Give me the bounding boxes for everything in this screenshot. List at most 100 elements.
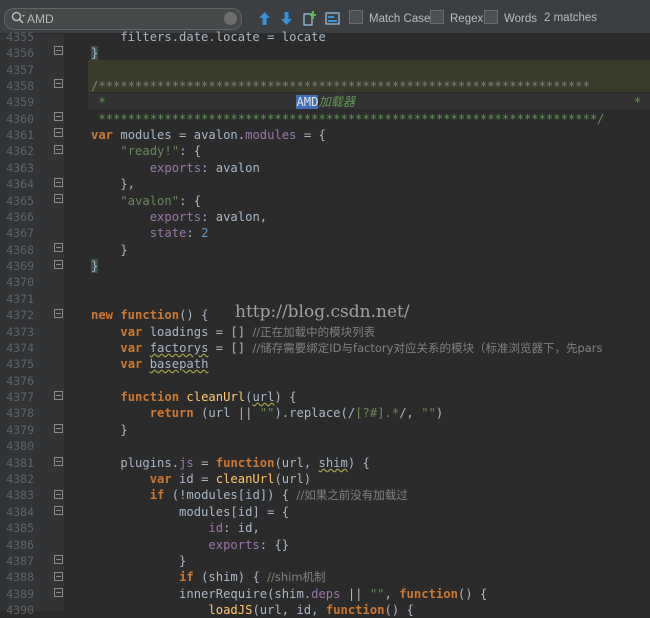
code-line-4375[interactable]: var basepath [91, 356, 208, 372]
clear-search-icon[interactable] [224, 12, 237, 25]
line-number[interactable]: 4372 [0, 307, 34, 323]
line-number[interactable]: 4358 [0, 78, 34, 94]
line-number[interactable]: 4360 [0, 111, 34, 127]
line-number[interactable]: 4376 [0, 373, 34, 389]
code-line-4355[interactable]: filters.date.locate = locate [91, 29, 325, 45]
code-line-4363[interactable]: exports: avalon [91, 160, 260, 176]
code-line-4379[interactable]: } [91, 422, 127, 438]
line-number[interactable]: 4356 [0, 45, 34, 61]
next-occurrence-icon[interactable] [278, 10, 295, 27]
line-number[interactable]: 4367 [0, 225, 34, 241]
fold-end-icon[interactable] [54, 112, 63, 121]
line-number[interactable]: 4378 [0, 405, 34, 421]
code-line-4384[interactable]: modules[id] = { [91, 504, 289, 520]
line-number[interactable]: 4371 [0, 291, 34, 307]
line-number[interactable]: 4390 [0, 602, 34, 618]
line-number[interactable]: 4385 [0, 520, 34, 536]
line-number[interactable]: 4366 [0, 209, 34, 225]
code-line-4377[interactable]: function cleanUrl(url) { [91, 389, 296, 405]
line-number[interactable]: 4373 [0, 324, 34, 340]
code-line-4374[interactable]: var factorys = [] //储存需要绑定ID与factory对应关系… [91, 340, 602, 356]
search-box[interactable] [4, 8, 242, 30]
code-line-4390[interactable]: loadJS(url, id, function() { [91, 602, 413, 618]
code-line-4378[interactable]: return (url || "").replace(/[?#].*/, "") [91, 405, 444, 421]
line-number[interactable]: 4355 [0, 29, 34, 45]
search-match[interactable]: AMD [296, 95, 319, 109]
words-checkbox[interactable] [484, 10, 498, 24]
line-number[interactable]: 4369 [0, 258, 34, 274]
line-number[interactable]: 4359 [0, 94, 34, 110]
search-input[interactable] [27, 10, 223, 28]
fold-end-icon[interactable] [54, 424, 63, 433]
match-case-checkbox[interactable] [349, 10, 363, 24]
search-icon[interactable] [10, 10, 26, 26]
line-number[interactable]: 4389 [0, 586, 34, 602]
code-line-4359[interactable]: * AMD加载器 * [91, 94, 641, 110]
fold-start-icon[interactable] [54, 145, 63, 154]
line-number[interactable]: 4365 [0, 193, 34, 209]
fold-end-icon[interactable] [54, 178, 63, 187]
code-line-4373[interactable]: var loadings = [] //正在加载中的模块列表 [91, 324, 375, 340]
line-number[interactable]: 4362 [0, 143, 34, 159]
words-option[interactable]: Words [484, 10, 537, 26]
line-number[interactable]: 4370 [0, 274, 34, 290]
line-number[interactable]: 4361 [0, 127, 34, 143]
code-line-4387[interactable]: } [91, 553, 186, 569]
line-number[interactable]: 4357 [0, 62, 34, 78]
fold-start-icon[interactable] [54, 506, 63, 515]
line-number[interactable]: 4364 [0, 176, 34, 192]
regex-option[interactable]: Regex [430, 10, 483, 26]
line-number[interactable]: 4381 [0, 455, 34, 471]
line-number[interactable]: 4386 [0, 537, 34, 553]
line-number[interactable]: 4363 [0, 160, 34, 176]
code-line-4389[interactable]: innerRequire(shim.deps || "", function()… [91, 586, 487, 602]
code-line-4358[interactable]: /***************************************… [91, 78, 590, 94]
code-line-4367[interactable]: state: 2 [91, 225, 209, 241]
fold-start-icon[interactable] [54, 588, 63, 597]
code-line-4366[interactable]: exports: avalon, [91, 209, 267, 225]
code-line-4382[interactable]: var id = cleanUrl(url) [91, 471, 311, 487]
code-line-4356[interactable]: } [91, 45, 99, 61]
code-line-4368[interactable]: } [91, 242, 127, 258]
line-number[interactable]: 4377 [0, 389, 34, 405]
fold-end-icon[interactable] [54, 243, 63, 252]
fold-start-icon[interactable] [54, 490, 63, 499]
code-line-4361[interactable]: var modules = avalon.modules = { [91, 127, 326, 143]
fold-start-icon[interactable] [54, 457, 63, 466]
fold-start-icon[interactable] [54, 194, 63, 203]
fold-end-icon[interactable] [54, 555, 63, 564]
select-all-occurrences-icon[interactable] [324, 10, 341, 27]
line-number[interactable]: 4368 [0, 242, 34, 258]
code-line-4381[interactable]: plugins.js = function(url, shim) { [91, 455, 370, 471]
fold-start-icon[interactable] [54, 128, 63, 137]
line-number[interactable]: 4384 [0, 504, 34, 520]
line-number[interactable]: 4387 [0, 553, 34, 569]
line-number[interactable]: 4380 [0, 438, 34, 454]
code-line-4362[interactable]: "ready!": { [91, 143, 201, 159]
line-number[interactable]: 4374 [0, 340, 34, 356]
match-case-option[interactable]: Match Case [349, 10, 430, 26]
code-line-4388[interactable]: if (shim) { //shim机制 [91, 569, 326, 585]
previous-occurrence-icon[interactable] [256, 10, 273, 27]
code-line-4364[interactable]: }, [91, 176, 135, 192]
regex-checkbox[interactable] [430, 10, 444, 24]
line-number[interactable]: 4375 [0, 356, 34, 372]
line-number[interactable]: 4388 [0, 569, 34, 585]
fold-start-icon[interactable] [54, 572, 63, 581]
fold-start-icon[interactable] [54, 309, 63, 318]
fold-start-icon[interactable] [54, 391, 63, 400]
add-occurrence-icon[interactable] [301, 10, 318, 27]
code-line-4385[interactable]: id: id, [91, 520, 259, 536]
code-line-4383[interactable]: if (!modules[id]) { //如果之前没有加载过 [91, 487, 408, 503]
code-line-4369[interactable]: } [91, 258, 99, 274]
fold-start-icon[interactable] [54, 79, 63, 88]
code-line-4386[interactable]: exports: {} [91, 537, 289, 553]
code-line-4372[interactable]: new function() { [91, 307, 208, 323]
line-number[interactable]: 4383 [0, 487, 34, 503]
fold-end-icon[interactable] [54, 46, 63, 55]
code-line-4360[interactable]: ****************************************… [91, 111, 604, 127]
fold-end-icon[interactable] [54, 260, 63, 269]
line-number[interactable]: 4379 [0, 422, 34, 438]
code-line-4365[interactable]: "avalon": { [91, 193, 201, 209]
line-number[interactable]: 4382 [0, 471, 34, 487]
